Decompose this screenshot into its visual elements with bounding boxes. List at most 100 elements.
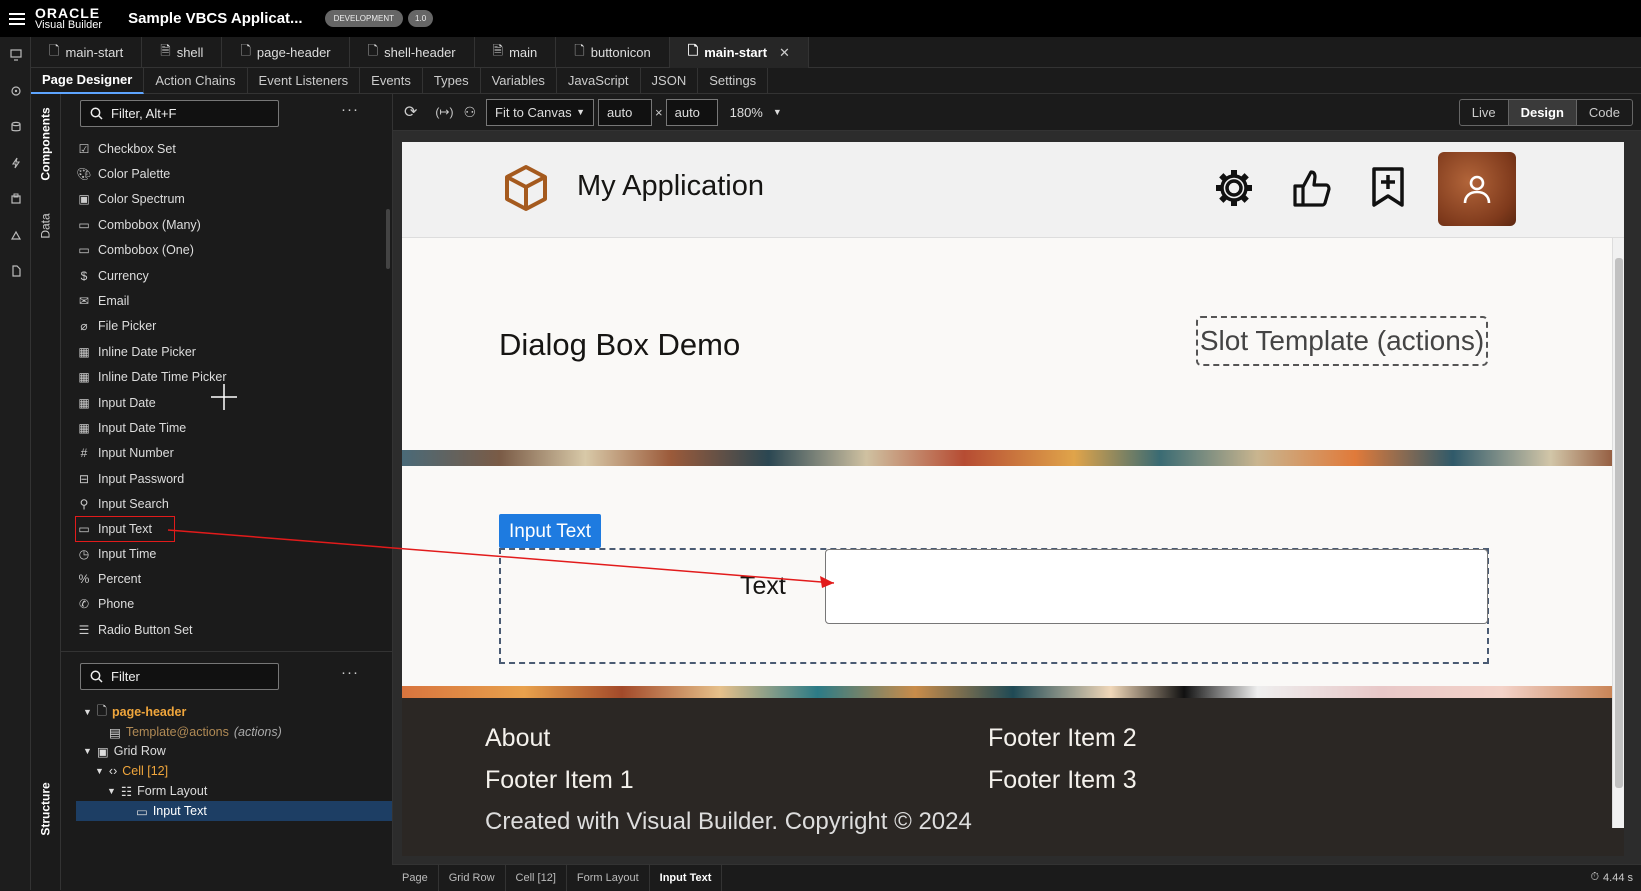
- tree-node-input-text[interactable]: ▭ Input Text: [76, 801, 392, 821]
- page-scrollbar-thumb[interactable]: [1615, 258, 1623, 788]
- page-footer: About Footer Item 2 Footer Item 1 Footer…: [402, 698, 1624, 856]
- component-currency[interactable]: $ Currency: [76, 263, 376, 288]
- file-tab-main-start[interactable]: 🗋 main-start: [31, 37, 143, 68]
- tree-node-page-header[interactable]: ▼ 🗋 page-header: [83, 702, 186, 722]
- form-icon: ☷: [120, 784, 133, 799]
- source-icon[interactable]: [0, 253, 31, 289]
- component-combobox-one[interactable]: ▭ Combobox (One): [76, 238, 376, 263]
- component-input-password[interactable]: ⊟ Input Password: [76, 466, 376, 491]
- component-combobox-many[interactable]: ▭ Combobox (Many): [76, 212, 376, 237]
- file-tab-page-header[interactable]: 🗋 page-header: [222, 37, 350, 68]
- user-icon[interactable]: ⚇: [463, 104, 476, 121]
- file-tabs: 🗋 main-start 🗎 shell 🗋 page-header 🗋 shell-h…: [31, 37, 1641, 68]
- processes-icon[interactable]: [0, 145, 31, 181]
- component-checkbox-set[interactable]: ☑ Checkbox Set: [76, 136, 376, 161]
- footer-about-link[interactable]: About: [485, 724, 550, 753]
- file-tab-main[interactable]: 🗎 main: [475, 37, 557, 68]
- gear-icon[interactable]: [1214, 168, 1254, 208]
- height-input[interactable]: auto: [665, 98, 718, 126]
- component-inline-date-picker[interactable]: ▦ Inline Date Picker: [76, 339, 376, 364]
- slot-template-actions[interactable]: Slot Template (actions): [1196, 316, 1488, 366]
- component-input-text[interactable]: ▭ Input Text: [75, 515, 175, 542]
- refresh-icon[interactable]: ⟳: [404, 102, 417, 122]
- file-tab-shell[interactable]: 🗎 shell: [142, 37, 223, 68]
- bookmark-add-icon[interactable]: [1370, 166, 1406, 208]
- tab-event-listeners[interactable]: Event Listeners: [248, 67, 361, 94]
- canvas-toolbar: ⟳ (↦) ⚇ Fit to Canvas ▼ auto × auto 180% ▼…: [392, 94, 1641, 131]
- tab-variables[interactable]: Variables: [481, 67, 557, 94]
- component-input-time[interactable]: ◷ Input Time: [76, 541, 376, 566]
- variables-toggle-icon[interactable]: (↦): [435, 105, 453, 119]
- tree-node-form-layout[interactable]: ▼ ☷ Form Layout: [107, 781, 207, 801]
- close-tab-icon[interactable]: ✕: [779, 45, 790, 61]
- component-input-search[interactable]: ⚲ Input Search: [76, 491, 376, 516]
- web-apps-icon[interactable]: [0, 37, 31, 73]
- tab-structure[interactable]: Structure: [31, 774, 61, 844]
- file-icon: 🗋: [49, 42, 60, 58]
- file-tab-main-start-active[interactable]: 🗋 main-start ✕: [669, 37, 809, 68]
- breadcrumb-form-layout[interactable]: Form Layout: [567, 864, 650, 891]
- width-value: auto: [607, 104, 633, 120]
- breadcrumb-input-text[interactable]: Input Text: [650, 864, 723, 891]
- file-icon: 🗎: [160, 42, 171, 58]
- tab-components[interactable]: Components: [31, 104, 61, 184]
- caret-down-icon[interactable]: ▼: [107, 786, 116, 796]
- design-mode-button[interactable]: Design: [1508, 100, 1577, 125]
- layouts-icon[interactable]: [0, 217, 31, 253]
- app-title[interactable]: Sample VBCS Applicat...: [128, 10, 303, 27]
- load-timer: ⏱ 4.44 s: [1590, 871, 1633, 884]
- footer-item-1-link[interactable]: Footer Item 1: [485, 766, 634, 795]
- live-mode-button[interactable]: Live: [1460, 100, 1509, 125]
- component-email[interactable]: ✉ Email: [76, 288, 376, 313]
- tree-node-template[interactable]: ▤ Template @actions (actions): [109, 722, 282, 742]
- calendar-icon: ▦: [78, 370, 90, 385]
- database-icon[interactable]: [0, 109, 31, 145]
- page-scrollbar[interactable]: [1612, 238, 1624, 828]
- tab-page-designer[interactable]: Page Designer: [31, 67, 145, 94]
- tree-node-grid-row[interactable]: ▼ ▣ Grid Row: [83, 741, 166, 761]
- caret-down-icon[interactable]: ▼: [95, 766, 104, 776]
- text-input-field[interactable]: [825, 549, 1488, 624]
- component-input-number[interactable]: # Input Number: [76, 441, 376, 466]
- components-rail-icon[interactable]: [0, 181, 31, 217]
- component-radio-button-set[interactable]: ☰ Radio Button Set: [76, 617, 376, 642]
- tab-types[interactable]: Types: [423, 67, 481, 94]
- component-color-spectrum[interactable]: ▣ Color Spectrum: [76, 187, 376, 212]
- palette-scrollbar[interactable]: [386, 209, 390, 269]
- selected-component-chip[interactable]: Input Text: [499, 514, 602, 548]
- more-options-icon[interactable]: ···: [341, 664, 359, 681]
- avatar[interactable]: [1438, 152, 1516, 226]
- tab-events[interactable]: Events: [360, 67, 423, 94]
- more-options-icon[interactable]: ···: [341, 101, 359, 118]
- component-input-date-time[interactable]: ▦ Input Date Time: [76, 415, 376, 440]
- zoom-select[interactable]: 180% ▼: [730, 105, 782, 120]
- tab-json[interactable]: JSON: [641, 67, 699, 94]
- fit-to-canvas-value: Fit to Canvas: [495, 104, 572, 120]
- breadcrumb-cell[interactable]: Cell [12]: [506, 864, 567, 891]
- file-tab-buttonicon[interactable]: 🗋 buttonicon: [556, 37, 670, 68]
- thumbs-up-icon[interactable]: [1292, 168, 1332, 208]
- file-tab-shell-header[interactable]: 🗋 shell-header: [350, 37, 475, 68]
- caret-down-icon[interactable]: ▼: [83, 746, 92, 756]
- component-phone[interactable]: ✆ Phone: [76, 592, 376, 617]
- component-color-palette[interactable]: 🎨︎ Color Palette: [76, 161, 376, 186]
- fit-to-canvas-select[interactable]: Fit to Canvas ▼: [486, 98, 595, 126]
- tab-settings[interactable]: Settings: [698, 67, 769, 94]
- breadcrumb-page[interactable]: Page: [392, 864, 439, 891]
- components-filter-input[interactable]: Filter, Alt+F: [80, 100, 279, 127]
- component-file-picker[interactable]: ⌀ File Picker: [76, 314, 376, 339]
- tree-node-cell[interactable]: ▼ ‹› Cell [12]: [95, 761, 168, 781]
- width-input[interactable]: auto: [598, 98, 653, 126]
- footer-item-2-link[interactable]: Footer Item 2: [988, 724, 1137, 753]
- caret-down-icon[interactable]: ▼: [83, 707, 92, 717]
- component-percent[interactable]: % Percent: [76, 566, 376, 591]
- tab-action-chains[interactable]: Action Chains: [144, 67, 248, 94]
- breadcrumb-grid-row[interactable]: Grid Row: [439, 864, 506, 891]
- structure-filter-input[interactable]: Filter: [80, 663, 279, 690]
- tab-javascript[interactable]: JavaScript: [557, 67, 641, 94]
- services-icon[interactable]: [0, 73, 31, 109]
- footer-item-3-link[interactable]: Footer Item 3: [988, 766, 1137, 795]
- code-mode-button[interactable]: Code: [1577, 100, 1632, 125]
- hamburger-menu-icon[interactable]: [9, 12, 25, 25]
- tab-data[interactable]: Data: [31, 206, 61, 246]
